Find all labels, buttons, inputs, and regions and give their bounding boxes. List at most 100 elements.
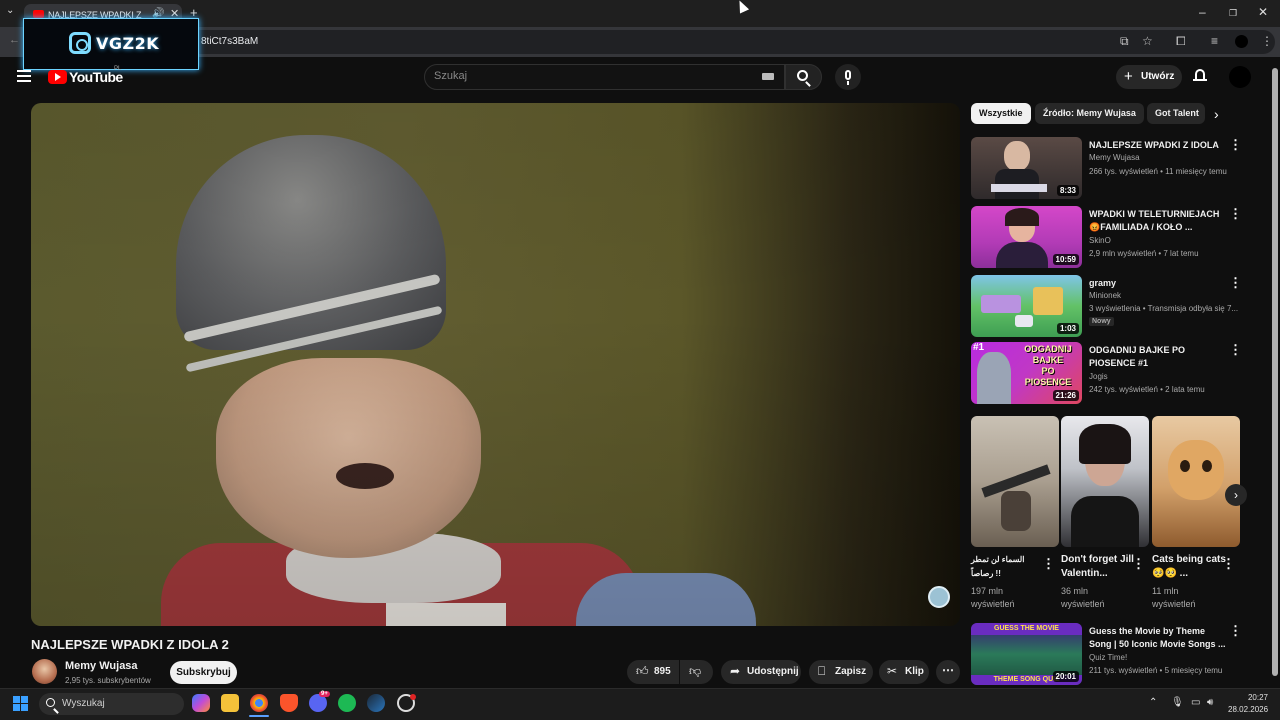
more-vert-icon[interactable]: ⋮ <box>1229 623 1242 639</box>
search-box[interactable] <box>424 64 785 90</box>
recommended-video[interactable]: 10:59 WPADKI W TELETURNIEJACH 😡FAMILIADA… <box>971 206 1243 268</box>
copilot-icon[interactable] <box>192 694 210 712</box>
like-button[interactable]: 👍︎ 895 <box>627 660 679 684</box>
address-bar[interactable] <box>185 30 1275 54</box>
more-vert-icon[interactable]: ⋮ <box>1229 275 1242 291</box>
youtube-logo-icon[interactable] <box>48 70 67 84</box>
recommended-title[interactable]: WPADKI W TELETURNIEJACH 😡FAMILIADA / KOŁ… <box>1089 208 1229 234</box>
short-thumbnail[interactable] <box>971 416 1059 547</box>
shorts-next-chevron-icon[interactable]: › <box>1225 484 1247 506</box>
chrome-icon[interactable] <box>250 694 268 712</box>
video-thumbnail[interactable]: 8:33 <box>971 137 1082 199</box>
short-title[interactable]: Cats being cats 🥺🥺 ... <box>1152 553 1226 581</box>
media-control-icon[interactable]: ≡ <box>1211 34 1218 48</box>
recommended-title[interactable]: Guess the Movie by Theme Song | 50 Iconi… <box>1089 625 1229 651</box>
more-vert-icon[interactable]: ⋮ <box>1229 342 1242 358</box>
short-thumbnail[interactable] <box>1061 416 1149 547</box>
system-clock[interactable]: 20:27 28.02.2026 <box>1228 692 1268 716</box>
recommended-video[interactable]: 1:03 gramy Minionek 3 wyświetlenia • Tra… <box>971 275 1243 337</box>
clip-button[interactable]: ✂ Klip <box>879 660 929 684</box>
restore-window-icon[interactable]: ❐ <box>1229 8 1237 19</box>
chips-next-chevron-icon[interactable]: › <box>1214 106 1219 122</box>
cast-icon[interactable]: ⧉ <box>1120 34 1129 49</box>
network-icon[interactable]: ▭ <box>1191 697 1200 708</box>
dislike-button[interactable]: 👎︎ <box>680 660 713 684</box>
short-views: 36 mln wyświetleń <box>1061 585 1105 611</box>
more-vert-icon[interactable]: ⋮ <box>1229 137 1242 153</box>
brave-icon[interactable] <box>280 694 298 712</box>
video-player[interactable] <box>31 103 960 626</box>
recommended-title[interactable]: ODGADNIJ BAJKE PO PIOSENCE #1 <box>1089 344 1229 370</box>
recommended-channel[interactable]: Memy Wujasa <box>1089 153 1140 162</box>
volume-icon[interactable]: 🔊︎ <box>1207 697 1213 708</box>
recommended-meta: 3 wyświetlenia • Transmisja odbyła się 7… <box>1089 304 1239 313</box>
recommended-title[interactable]: NAJLEPSZE WPADKI Z IDOLA <box>1089 139 1229 152</box>
video-thumbnail[interactable]: #1 ODGADNIJ BAJKE PO PIOSENCE 21:26 <box>971 342 1082 404</box>
save-button[interactable]: ⎕ Zapisz <box>809 660 873 684</box>
recommended-video[interactable]: 8:33 NAJLEPSZE WPADKI Z IDOLA Memy Wujas… <box>971 137 1243 199</box>
channel-watermark-icon[interactable] <box>928 586 950 608</box>
short-title[interactable]: السماء لن تمطر رصاصاً !! <box>971 553 1045 581</box>
video-thumbnail[interactable]: GUESS THE MOVIE THEME SONG QUIZ 20:01 <box>971 623 1082 685</box>
notifications-bell-icon[interactable] <box>1193 68 1207 82</box>
chip-all[interactable]: Wszystkie <box>971 103 1031 124</box>
microphone-tray-icon[interactable]: 🎙︎ <box>1171 697 1184 708</box>
back-arrow-icon[interactable]: ← <box>9 34 20 46</box>
video-thumbnail[interactable]: 1:03 <box>971 275 1082 337</box>
recommended-title[interactable]: gramy <box>1089 277 1229 290</box>
share-button[interactable]: ➦ Udostępnij <box>721 660 801 684</box>
browser-menu-icon[interactable]: ⋮ <box>1261 34 1273 48</box>
more-vert-icon[interactable]: ⋮ <box>1042 556 1055 572</box>
tray-chevron-up-icon[interactable]: ⌃ <box>1149 697 1157 708</box>
video-thumbnail[interactable]: 10:59 <box>971 206 1082 268</box>
spotify-icon[interactable] <box>338 694 356 712</box>
page-scrollbar[interactable] <box>1270 60 1280 687</box>
windows-start-icon[interactable] <box>13 696 29 712</box>
overlay-logo-text: VGZ2K <box>96 34 160 53</box>
recommended-channel[interactable]: Minionek <box>1089 291 1121 300</box>
search-button[interactable] <box>785 64 822 90</box>
short-thumbnail[interactable] <box>1152 416 1240 547</box>
more-vert-icon[interactable]: ⋮ <box>1132 556 1145 572</box>
taskbar-search[interactable]: Wyszukaj <box>39 693 184 715</box>
more-vert-icon[interactable]: ⋮ <box>1222 556 1235 572</box>
video-duration: 10:59 <box>1052 254 1079 265</box>
clock-time: 20:27 <box>1247 693 1268 702</box>
taskbar-search-label: Wyszukaj <box>62 698 105 709</box>
bookmark-icon: ⎕ <box>818 664 826 678</box>
keyboard-icon[interactable] <box>762 73 774 80</box>
channel-name[interactable]: Memy Wujasa <box>65 660 138 672</box>
steam-icon[interactable] <box>367 694 385 712</box>
plus-icon: + <box>1124 68 1133 85</box>
subscribe-button[interactable]: Subskrybuj <box>170 661 237 684</box>
close-window-icon[interactable]: ✕ <box>1258 5 1268 19</box>
channel-avatar[interactable] <box>32 659 57 684</box>
recommended-channel[interactable]: Quiz Time! <box>1089 653 1127 662</box>
extensions-icon[interactable]: ⧠ <box>1176 34 1186 49</box>
address-bar-url[interactable]: 8tiCt7s3BaM <box>201 36 258 47</box>
short-title[interactable]: Don't forget Jill Valentin... <box>1061 553 1135 581</box>
file-explorer-icon[interactable] <box>221 694 239 712</box>
recommended-video[interactable]: #1 ODGADNIJ BAJKE PO PIOSENCE 21:26 ODGA… <box>971 342 1243 404</box>
short-view-count: 36 mln <box>1061 586 1089 596</box>
tab-list-chevron-icon[interactable]: ⌄ <box>6 5 14 16</box>
more-actions-button[interactable]: ⋯ <box>936 660 960 684</box>
new-badge: Nowy <box>1089 317 1114 326</box>
chip-source[interactable]: Źródło: Memy Wujasa <box>1035 103 1144 124</box>
bookmark-star-icon[interactable]: ☆ <box>1142 34 1153 48</box>
recommended-channel[interactable]: SkinO <box>1089 236 1111 245</box>
voice-search-button[interactable] <box>835 64 861 90</box>
short-view-label: wyświetleń <box>1061 599 1105 609</box>
chip-got-talent[interactable]: Got Talent <box>1147 103 1205 124</box>
recommended-channel[interactable]: Jogis <box>1089 372 1108 381</box>
recommended-video[interactable]: GUESS THE MOVIE THEME SONG QUIZ 20:01 Gu… <box>971 623 1243 685</box>
search-input[interactable] <box>434 70 734 82</box>
minimize-window-icon[interactable]: – <box>1199 5 1206 19</box>
short-view-label: wyświetleń <box>971 599 1015 609</box>
menu-hamburger-icon[interactable] <box>17 70 31 82</box>
create-button[interactable]: + Utwórz <box>1116 65 1182 89</box>
more-vert-icon[interactable]: ⋮ <box>1229 206 1242 222</box>
scrollbar-thumb[interactable] <box>1272 68 1278 676</box>
profile-icon[interactable] <box>1235 35 1248 48</box>
account-avatar[interactable] <box>1229 66 1251 88</box>
